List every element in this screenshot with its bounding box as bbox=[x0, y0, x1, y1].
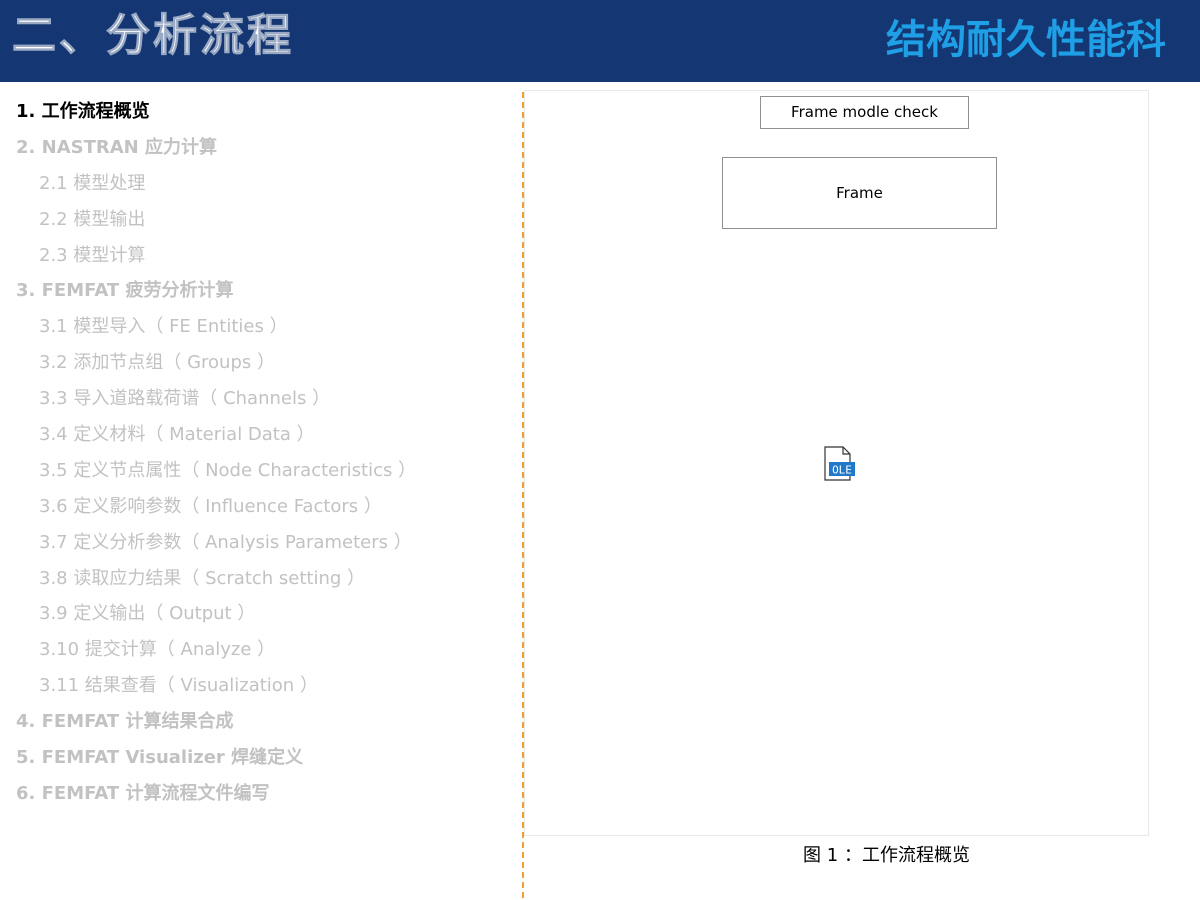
toc-item-3-5[interactable]: 3.5 定义节点属性（ Node Characteristics ） bbox=[0, 453, 515, 489]
section-title: 二、分析流程 bbox=[12, 10, 294, 62]
workflow-figure: Frame modle check Frame OLE bbox=[524, 90, 1149, 836]
toc-item-3-8[interactable]: 3.8 读取应力结果（ Scratch setting ） bbox=[0, 561, 515, 597]
ole-icon-label: OLE bbox=[832, 464, 852, 477]
toc-item-3-2[interactable]: 3.2 添加节点组（ Groups ） bbox=[0, 345, 515, 381]
slide-header: 二、分析流程 结构耐久性能科 bbox=[0, 0, 1200, 82]
toc-item-2[interactable]: 2. NASTRAN 应力计算 bbox=[0, 130, 515, 166]
ole-object-icon[interactable]: OLE bbox=[823, 446, 857, 482]
toc-item-3-7[interactable]: 3.7 定义分析参数（ Analysis Parameters ） bbox=[0, 525, 515, 561]
toc-item-3-11[interactable]: 3.11 结果查看（ Visualization ） bbox=[0, 668, 515, 704]
toc-item-4[interactable]: 4. FEMFAT 计算结果合成 bbox=[0, 704, 515, 740]
toc-item-3-4[interactable]: 3.4 定义材料（ Material Data ） bbox=[0, 417, 515, 453]
frame-box: Frame bbox=[722, 157, 997, 229]
toc-item-2-1[interactable]: 2.1 模型处理 bbox=[0, 166, 515, 202]
toc-item-3-10[interactable]: 3.10 提交计算（ Analyze ） bbox=[0, 632, 515, 668]
department-brand: 结构耐久性能科 bbox=[886, 17, 1166, 63]
toc-item-3-1[interactable]: 3.1 模型导入（ FE Entities ） bbox=[0, 309, 515, 345]
frame-model-check-box: Frame modle check bbox=[760, 96, 969, 129]
toc-item-6[interactable]: 6. FEMFAT 计算流程文件编写 bbox=[0, 776, 515, 812]
toc-item-3-9[interactable]: 3.9 定义输出（ Output ） bbox=[0, 596, 515, 632]
toc-item-2-2[interactable]: 2.2 模型输出 bbox=[0, 202, 515, 238]
toc-item-3-6[interactable]: 3.6 定义影响参数（ Influence Factors ） bbox=[0, 489, 515, 525]
toc-item-3[interactable]: 3. FEMFAT 疲劳分析计算 bbox=[0, 273, 515, 309]
toc-item-3-3[interactable]: 3.3 导入道路载荷谱（ Channels ） bbox=[0, 381, 515, 417]
toc-item-1[interactable]: 1. 工作流程概览 bbox=[0, 94, 515, 130]
toc-item-5[interactable]: 5. FEMFAT Visualizer 焊缝定义 bbox=[0, 740, 515, 776]
figure-caption: 图 1 ：工作流程概览 bbox=[803, 845, 970, 866]
table-of-contents: 1. 工作流程概览 2. NASTRAN 应力计算 2.1 模型处理 2.2 模… bbox=[0, 94, 515, 812]
toc-item-2-3[interactable]: 2.3 模型计算 bbox=[0, 238, 515, 274]
